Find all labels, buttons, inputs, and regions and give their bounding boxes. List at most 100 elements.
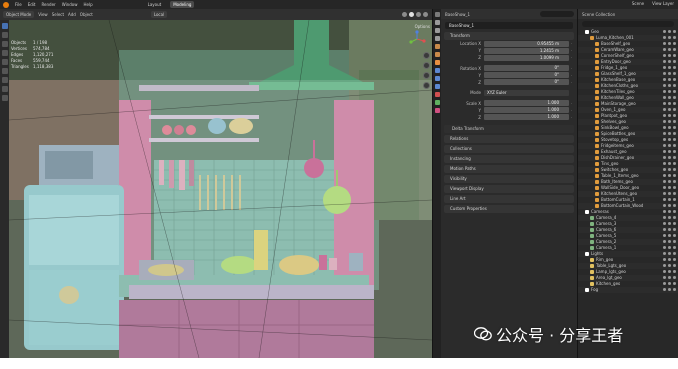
checkbox-icon[interactable]	[663, 96, 666, 99]
checkbox-icon[interactable]	[663, 192, 666, 195]
camera-render-icon[interactable]	[673, 204, 676, 207]
checkbox-icon[interactable]	[663, 174, 666, 177]
camera-render-icon[interactable]	[673, 234, 676, 237]
eye-icon[interactable]	[668, 84, 671, 87]
eye-icon[interactable]	[668, 270, 671, 273]
scale-z-field[interactable]: 1.000	[484, 114, 569, 121]
constraints-tab-icon[interactable]	[434, 92, 440, 97]
checkbox-icon[interactable]	[663, 210, 666, 213]
checkbox-icon[interactable]	[663, 168, 666, 171]
pan-hand-icon[interactable]	[423, 62, 430, 69]
eye-icon[interactable]	[668, 174, 671, 177]
eye-icon[interactable]	[668, 144, 671, 147]
eye-icon[interactable]	[668, 36, 671, 39]
measure-icon[interactable]	[1, 86, 8, 92]
blender-logo-icon[interactable]	[3, 1, 9, 8]
scale-x-field[interactable]: 1.000	[484, 100, 569, 107]
eye-icon[interactable]	[668, 246, 671, 249]
physics-tab-icon[interactable]	[434, 84, 440, 89]
checkbox-icon[interactable]	[663, 102, 666, 105]
viewport-menu-object[interactable]: Object	[80, 12, 93, 17]
checkbox-icon[interactable]	[663, 54, 666, 57]
scene-selector[interactable]: Scene	[632, 1, 644, 6]
eye-icon[interactable]	[668, 42, 671, 45]
camera-render-icon[interactable]	[673, 198, 676, 201]
eye-icon[interactable]	[668, 126, 671, 129]
transform-icon[interactable]	[1, 68, 8, 74]
menu-help[interactable]: Help	[83, 2, 92, 7]
camera-render-icon[interactable]	[673, 246, 676, 249]
eye-icon[interactable]	[668, 138, 671, 141]
checkbox-icon[interactable]	[663, 282, 666, 285]
checkbox-icon[interactable]	[663, 246, 666, 249]
viewport-menu-add[interactable]: Add	[68, 12, 76, 17]
rotation-y-field[interactable]: 0°	[484, 72, 569, 79]
eye-icon[interactable]	[668, 282, 671, 285]
3d-viewport[interactable]: Objects 1 / 198 Vertices 574,784 Edges 1,12…	[9, 20, 432, 358]
eye-icon[interactable]	[668, 60, 671, 63]
checkbox-icon[interactable]	[663, 150, 666, 153]
eye-icon[interactable]	[668, 258, 671, 261]
camera-render-icon[interactable]	[673, 108, 676, 111]
scale-icon[interactable]	[1, 59, 8, 65]
view-layer-selector[interactable]: View Layer	[652, 1, 674, 6]
checkbox-icon[interactable]	[663, 156, 666, 159]
particles-tab-icon[interactable]	[434, 76, 440, 81]
camera-render-icon[interactable]	[673, 48, 676, 51]
delta-transform-panel[interactable]: Delta Transform	[444, 125, 574, 133]
camera-render-icon[interactable]	[673, 30, 676, 33]
camera-render-icon[interactable]	[673, 222, 676, 225]
camera-render-icon[interactable]	[673, 288, 676, 291]
perspective-grid-icon[interactable]	[423, 82, 430, 89]
solid-shading-icon[interactable]	[409, 12, 414, 17]
eye-icon[interactable]	[668, 186, 671, 189]
checkbox-icon[interactable]	[663, 180, 666, 183]
checkbox-icon[interactable]	[663, 30, 666, 33]
navigation-gizmo-icon[interactable]	[408, 30, 426, 48]
camera-render-icon[interactable]	[673, 240, 676, 243]
checkbox-icon[interactable]	[663, 66, 666, 69]
menu-file[interactable]: File	[15, 2, 22, 7]
location-z-field[interactable]: 1.0099 m	[484, 54, 569, 61]
checkbox-icon[interactable]	[663, 42, 666, 45]
view-layer-tab-icon[interactable]	[434, 36, 440, 41]
scale-y-field[interactable]: 1.000	[484, 107, 569, 114]
rotation-mode-dropdown[interactable]: XYZ Euler	[484, 89, 569, 96]
move-icon[interactable]	[1, 41, 8, 47]
checkbox-icon[interactable]	[663, 48, 666, 51]
checkbox-icon[interactable]	[663, 252, 666, 255]
checkbox-icon[interactable]	[663, 240, 666, 243]
outliner-item[interactable]: Fog	[578, 287, 678, 293]
camera-render-icon[interactable]	[673, 72, 676, 75]
camera-render-icon[interactable]	[673, 210, 676, 213]
keyframe-dot-icon[interactable]: ·	[569, 55, 574, 60]
object-tab-icon[interactable]	[434, 60, 440, 65]
eye-icon[interactable]	[668, 210, 671, 213]
eye-icon[interactable]	[668, 156, 671, 159]
camera-render-icon[interactable]	[673, 252, 676, 255]
eye-icon[interactable]	[668, 198, 671, 201]
camera-render-icon[interactable]	[673, 270, 676, 273]
camera-render-icon[interactable]	[673, 36, 676, 39]
wireframe-shading-icon[interactable]	[402, 12, 407, 17]
modifier-tab-icon[interactable]	[434, 68, 440, 73]
outliner-search-input[interactable]	[582, 21, 674, 27]
camera-render-icon[interactable]	[673, 66, 676, 69]
checkbox-icon[interactable]	[663, 78, 666, 81]
instancing-panel[interactable]: Instancing	[444, 155, 574, 163]
keyframe-dot-icon[interactable]: ·	[569, 115, 574, 120]
keyframe-dot-icon[interactable]: ·	[569, 48, 574, 53]
material-shading-icon[interactable]	[416, 12, 421, 17]
eye-icon[interactable]	[668, 276, 671, 279]
checkbox-icon[interactable]	[663, 138, 666, 141]
camera-render-icon[interactable]	[673, 192, 676, 195]
viewport-menu-view[interactable]: View	[38, 12, 48, 17]
camera-render-icon[interactable]	[673, 168, 676, 171]
eye-icon[interactable]	[668, 132, 671, 135]
eye-icon[interactable]	[668, 204, 671, 207]
output-tab-icon[interactable]	[434, 28, 440, 33]
eye-icon[interactable]	[668, 228, 671, 231]
eye-icon[interactable]	[668, 54, 671, 57]
eye-icon[interactable]	[668, 114, 671, 117]
checkbox-icon[interactable]	[663, 84, 666, 87]
